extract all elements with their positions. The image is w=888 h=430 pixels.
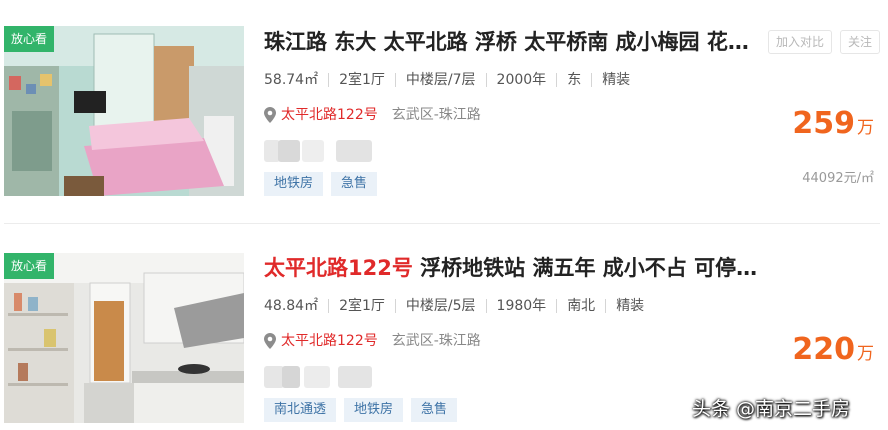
community-link[interactable]: 太平北路122号 <box>281 331 378 351</box>
price-unit: 万 <box>857 118 874 138</box>
blurred-info <box>264 140 374 162</box>
build-year: 1980年 <box>496 298 547 314</box>
orientation: 东 <box>567 72 582 88</box>
location-pin-icon <box>264 107 276 123</box>
location-pin-icon <box>264 333 276 349</box>
orientation: 南北 <box>567 298 596 314</box>
trust-badge: 放心看 <box>4 26 55 52</box>
listing-title[interactable]: 太平北路122号 浮桥地铁站 满五年 成小不占 可停… <box>264 252 762 284</box>
house-info: 58.74㎡ 2室1厅 中楼层/7层 2000年 东 精装 <box>264 70 630 90</box>
build-year: 2000年 <box>496 72 547 88</box>
tag-list: 地铁房 急售 <box>264 172 385 196</box>
price-value: 220 <box>792 332 855 367</box>
layout: 2室1厅 <box>339 72 385 88</box>
tag: 地铁房 <box>264 172 324 196</box>
area: 58.74㎡ <box>264 72 319 88</box>
tag: 南北通透 <box>264 398 337 422</box>
location: 太平北路122号 玄武区-珠江路 <box>264 105 481 125</box>
decoration: 精装 <box>602 72 631 88</box>
total-price: 259 万 <box>792 106 874 141</box>
title-text[interactable]: 浮桥地铁站 满五年 成小不占 可停… <box>413 256 757 280</box>
price-unit: 万 <box>857 344 874 364</box>
layout: 2室1厅 <box>339 298 385 314</box>
total-price: 220 万 <box>792 332 874 367</box>
tag: 急售 <box>331 172 378 196</box>
title-text[interactable]: 珠江路 东大 太平北路 浮桥 太平桥南 成小梅园 花… <box>264 30 749 54</box>
tag-list: 南北通透 地铁房 急售 <box>264 398 465 422</box>
house-info: 48.84㎡ 2室1厅 中楼层/5层 1980年 南北 精装 <box>264 296 644 316</box>
area: 48.84㎡ <box>264 298 319 314</box>
listing-actions: 加入对比 关注 <box>760 30 880 54</box>
follow-button[interactable]: 关注 <box>839 30 880 54</box>
district-link[interactable]: 玄武区-珠江路 <box>392 331 481 351</box>
listing-title[interactable]: 珠江路 东大 太平北路 浮桥 太平桥南 成小梅园 花… <box>264 26 762 58</box>
blurred-info <box>264 366 374 388</box>
unit-price: 44092元/㎡ <box>802 171 874 186</box>
floor: 中楼层/7层 <box>405 72 476 88</box>
tag: 急售 <box>411 398 458 422</box>
trust-badge: 放心看 <box>4 253 55 279</box>
location: 太平北路122号 玄武区-珠江路 <box>264 331 481 351</box>
divider <box>4 223 880 224</box>
listing-photo[interactable]: 放心看 <box>4 253 244 423</box>
add-compare-button[interactable]: 加入对比 <box>767 30 832 54</box>
decoration: 精装 <box>616 298 645 314</box>
price-value: 259 <box>792 106 855 141</box>
watermark: 头条 @南京二手房 <box>692 398 851 420</box>
listing-photo[interactable]: 放心看 <box>4 26 244 196</box>
district-link[interactable]: 玄武区-珠江路 <box>392 105 481 125</box>
floor: 中楼层/5层 <box>405 298 476 314</box>
tag: 地铁房 <box>344 398 404 422</box>
community-link[interactable]: 太平北路122号 <box>281 105 378 125</box>
listing-card[interactable]: 放心看 珠江路 东大 太平北路 浮桥 太平桥南 成小梅园 花… 加入对比 关注 … <box>0 0 888 212</box>
title-highlight[interactable]: 太平北路122号 <box>264 256 413 280</box>
